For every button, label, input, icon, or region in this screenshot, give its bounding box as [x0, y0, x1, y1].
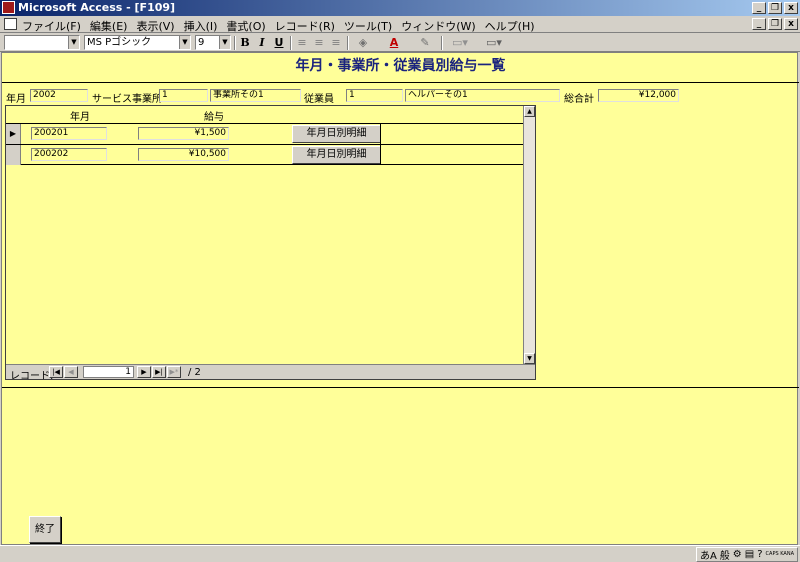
scroll-up-icon[interactable]: ▲ — [524, 106, 535, 117]
chevron-down-icon: ▼ — [179, 36, 190, 49]
form-control-menu-icon[interactable] — [4, 18, 17, 30]
office-label: サービス事業所 — [92, 94, 162, 105]
input-mode-icon[interactable]: あA — [700, 547, 717, 562]
line-color-icon[interactable]: ✎ — [413, 36, 437, 50]
doc-restore-button[interactable]: ❐ — [768, 18, 782, 30]
menu-help[interactable]: ヘルプ(H) — [485, 18, 535, 34]
employee-id-field[interactable]: 1 — [346, 89, 403, 102]
menu-file[interactable]: ファイル(F) — [22, 18, 81, 34]
daily-detail-button[interactable]: 年月日別明細 — [292, 146, 381, 164]
menu-edit[interactable]: 編集(E) — [90, 18, 128, 34]
line-width-icon[interactable]: ▭▾ — [447, 36, 473, 50]
record-navigation-bar: レコード: |◀ ◀ 1 ▶ ▶| ▶* / 2 — [6, 364, 535, 382]
restore-button[interactable]: ❐ — [768, 2, 782, 14]
underline-button[interactable]: U — [271, 36, 287, 50]
record-selector-icon[interactable] — [6, 145, 21, 165]
menu-view[interactable]: 表示(V) — [136, 18, 174, 34]
menu-tools[interactable]: ツール(T) — [344, 18, 392, 34]
office-id-field[interactable]: 1 — [159, 89, 208, 102]
menu-records[interactable]: レコード(R) — [275, 18, 335, 34]
detail-divider — [2, 387, 799, 388]
align-center-icon[interactable]: ≡ — [311, 36, 327, 50]
special-effect-icon[interactable]: ▭▾ — [478, 36, 510, 50]
doc-close-button[interactable]: x — [784, 18, 798, 30]
row-salary-field[interactable]: ¥1,500 — [138, 127, 229, 140]
title-divider — [2, 82, 799, 83]
column-header-year-month: 年月 — [70, 112, 90, 123]
employee-name-field[interactable]: ヘルパーその1 — [405, 89, 560, 102]
menu-format[interactable]: 書式(O) — [226, 18, 265, 34]
office-name-field[interactable]: 事業所その1 — [210, 89, 301, 102]
ime-mode[interactable]: 般 — [720, 547, 730, 562]
table-row[interactable]: ▶ 200201 ¥1,500 年月日別明細 — [6, 123, 525, 144]
record-selector-icon[interactable]: ▶ — [6, 124, 21, 144]
help-icon[interactable]: ? — [757, 549, 762, 560]
font-name-value: MS Pゴシック — [87, 37, 152, 48]
align-left-icon[interactable]: ≡ — [294, 36, 310, 50]
daily-detail-button[interactable]: 年月日別明細 — [292, 125, 381, 143]
scroll-down-icon[interactable]: ▼ — [524, 353, 535, 364]
column-header-salary: 給与 — [204, 112, 224, 123]
total-field[interactable]: ¥12,000 — [598, 89, 679, 102]
menu-bar: ファイル(F) 編集(E) 表示(V) 挿入(I) 書式(O) レコード(R) … — [0, 16, 800, 33]
caps-kana-indicator: CAPS KANA — [765, 551, 794, 557]
status-bar: あA 般 ⚙ ▤ ? CAPS KANA — [0, 545, 800, 562]
year-month-label: 年月 — [6, 94, 26, 105]
object-combo[interactable]: ▼ — [4, 35, 80, 50]
employee-label: 従業員 — [304, 94, 334, 105]
bold-button[interactable]: B — [237, 36, 253, 50]
form-f109: 年月・事業所・従業員別給与一覧 年月 2002 サービス事業所 1 事業所その1… — [1, 52, 799, 545]
record-total: / 2 — [188, 367, 201, 378]
font-name-combo[interactable]: MS Pゴシック ▼ — [84, 35, 191, 50]
menu-insert[interactable]: 挿入(I) — [184, 18, 218, 34]
access-app-icon[interactable] — [2, 1, 15, 14]
formatting-toolbar: ▼ MS Pゴシック ▼ 9 ▼ B I U ≡ ≡ ≡ ◈ A ✎ ▭▾ ▭▾ — [0, 33, 800, 52]
align-right-icon[interactable]: ≡ — [328, 36, 344, 50]
ime-toolbar: あA 般 ⚙ ▤ ? CAPS KANA — [695, 547, 798, 562]
minimize-button[interactable]: _ — [752, 2, 766, 14]
window-title: Microsoft Access - [F109] — [18, 1, 176, 14]
row-year-month-field[interactable]: 200201 — [31, 127, 107, 140]
chevron-down-icon: ▼ — [68, 36, 79, 49]
year-month-field[interactable]: 2002 — [30, 89, 88, 102]
fill-color-icon[interactable]: ◈ — [351, 36, 375, 50]
chevron-down-icon: ▼ — [219, 36, 230, 49]
total-label: 総合計 — [564, 94, 594, 105]
first-record-icon[interactable]: |◀ — [49, 366, 63, 378]
window-title-bar: Microsoft Access - [F109] _ ❐ x — [0, 0, 800, 16]
new-record-icon[interactable]: ▶* — [167, 366, 181, 378]
font-size-combo[interactable]: 9 ▼ — [195, 35, 231, 50]
subform-vertical-scrollbar[interactable]: ▲ ▼ — [523, 106, 535, 364]
doc-minimize-button[interactable]: _ — [752, 18, 766, 30]
next-record-icon[interactable]: ▶ — [137, 366, 151, 378]
current-record-input[interactable]: 1 — [83, 366, 134, 378]
close-button[interactable]: x — [784, 2, 798, 14]
dictionary-icon[interactable]: ▤ — [745, 549, 754, 560]
last-record-icon[interactable]: ▶| — [152, 366, 166, 378]
salary-subform: 年月 給与 ▶ 200201 ¥1,500 年月日別明細 200202 ¥10,… — [5, 105, 536, 382]
ime-tool-icon[interactable]: ⚙ — [733, 549, 742, 560]
row-salary-field[interactable]: ¥10,500 — [138, 148, 229, 161]
row-year-month-field[interactable]: 200202 — [31, 148, 107, 161]
font-size-value: 9 — [198, 37, 205, 48]
font-color-icon[interactable]: A — [382, 36, 406, 50]
menu-window[interactable]: ウィンドウ(W) — [401, 18, 475, 34]
record-nav-label: レコード: — [10, 371, 54, 382]
table-row[interactable]: 200202 ¥10,500 年月日別明細 — [6, 144, 525, 165]
previous-record-icon[interactable]: ◀ — [64, 366, 78, 378]
italic-button[interactable]: I — [254, 36, 270, 50]
form-title: 年月・事業所・従業員別給与一覧 — [295, 58, 506, 74]
close-form-button[interactable]: 終了 — [29, 516, 61, 543]
